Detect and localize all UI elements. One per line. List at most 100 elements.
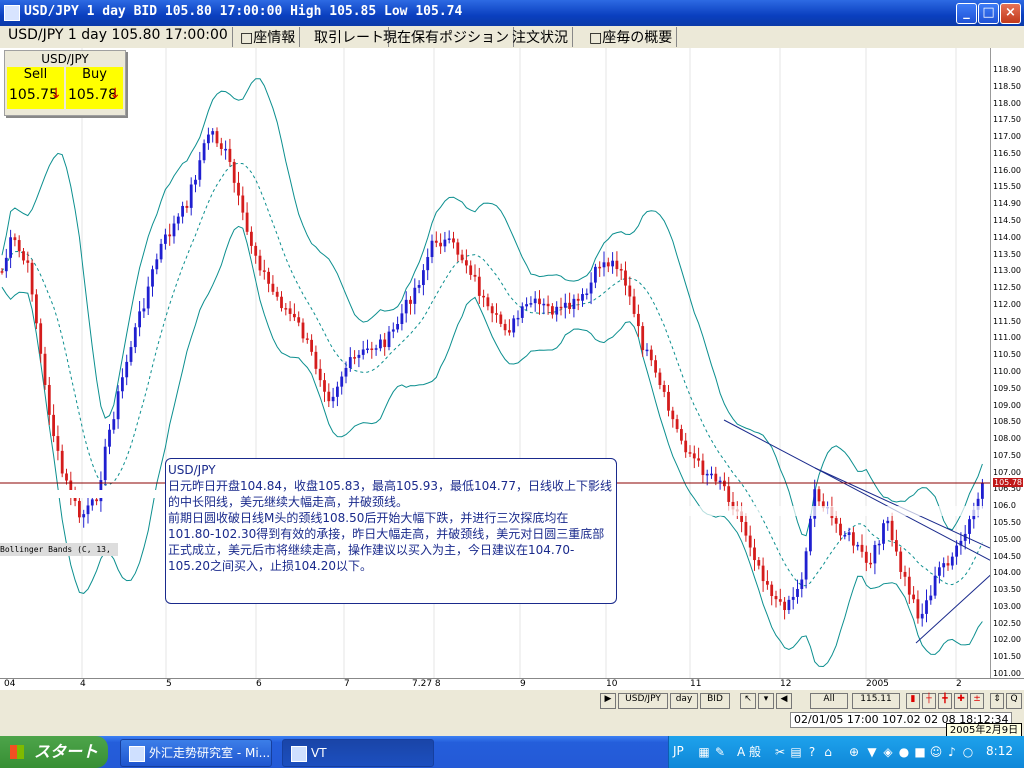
- volume-icon[interactable]: ♪: [945, 745, 959, 759]
- candle-body: [817, 489, 821, 502]
- price-tick-label: 110.50: [993, 350, 1021, 360]
- line-tool-icon[interactable]: ╋: [938, 693, 952, 709]
- price-type-button[interactable]: BID: [700, 693, 730, 709]
- candle-body: [490, 306, 494, 314]
- bar-tool-icon[interactable]: ┼: [922, 693, 936, 709]
- candle-body: [611, 260, 614, 267]
- cursor-tool-icon[interactable]: ↖: [740, 693, 756, 709]
- candle-body: [133, 327, 137, 348]
- buy-box[interactable]: Buy 105.78 ↓: [66, 67, 123, 109]
- monitor-icon[interactable]: ■: [913, 745, 927, 759]
- period-button[interactable]: day: [670, 693, 698, 709]
- candle-body: [761, 565, 765, 582]
- candle-body: [318, 368, 322, 381]
- zoom-out-icon[interactable]: ◀: [776, 693, 792, 709]
- candle-body: [748, 535, 752, 548]
- magnifier-icon[interactable]: Q: [1006, 693, 1022, 709]
- candle-body: [202, 143, 206, 161]
- candle-body: [482, 295, 485, 298]
- tab-rates[interactable]: 取引レート: [310, 27, 389, 47]
- ime-mode[interactable]: A 般: [729, 745, 769, 759]
- taskbar: スタート 外汇走势研究室 - Mi... VT JP ▦ ✎ A 般 ✂ ▤ ?…: [0, 736, 1024, 768]
- ime-pad-icon[interactable]: ✎: [713, 745, 727, 759]
- price-tick-label: 109.50: [993, 383, 1021, 393]
- scale-tool-icon[interactable]: ⇕: [990, 693, 1004, 709]
- tab-chart[interactable]: USD/JPY 1 day 105.80 17:00:00: [4, 27, 233, 47]
- antivirus-icon[interactable]: ●: [897, 745, 911, 759]
- price-tick-label: 107.50: [993, 450, 1021, 460]
- dropdown-arrow-icon[interactable]: ▾: [758, 693, 774, 709]
- candle-body: [744, 521, 748, 536]
- all-button[interactable]: All: [810, 693, 848, 709]
- candle-body: [82, 514, 86, 518]
- date-tick-label: 04: [4, 679, 16, 689]
- cross-tool-icon[interactable]: ✚: [954, 693, 968, 709]
- tab-positions[interactable]: 現在保有ポジション: [379, 27, 514, 47]
- close-button[interactable]: ×: [1000, 3, 1021, 24]
- candle-body: [938, 567, 941, 576]
- taskbar-item-browser[interactable]: 外汇走势研究室 - Mi...: [120, 739, 272, 767]
- candle-body: [112, 419, 116, 430]
- chart-gap: [0, 490, 165, 498]
- candle-body: [241, 195, 245, 213]
- marker-tool-icon[interactable]: ±: [970, 693, 984, 709]
- tab-account-summary[interactable]: □座毎の概要: [585, 27, 678, 47]
- candle-body: [4, 257, 8, 272]
- start-button[interactable]: スタート: [0, 736, 108, 768]
- zoom-value[interactable]: 115.11: [852, 693, 900, 709]
- price-tick-label: 113.50: [993, 249, 1021, 259]
- candle-body: [172, 223, 176, 237]
- help-icon[interactable]: ?: [805, 745, 819, 759]
- candle-body: [714, 473, 718, 482]
- taskbar-item-vt[interactable]: VT: [282, 739, 434, 767]
- candle-body: [778, 599, 782, 602]
- candle-body: [856, 544, 860, 547]
- tool-icon[interactable]: ✂: [773, 745, 787, 759]
- candle-body: [581, 294, 584, 301]
- scroll-right-button[interactable]: ▶: [600, 693, 616, 709]
- tab-account-info[interactable]: □座情報: [236, 27, 301, 47]
- dictionary-icon[interactable]: ▤: [789, 745, 803, 759]
- messenger-icon[interactable]: ☺: [929, 745, 943, 759]
- candle-body: [834, 518, 838, 524]
- ime-language[interactable]: JP: [673, 744, 684, 758]
- symbol-button[interactable]: USD/JPY: [618, 693, 668, 709]
- candle-body: [275, 291, 279, 297]
- minimize-button[interactable]: _: [956, 3, 977, 24]
- sell-box[interactable]: Sell 105.75 ↓: [7, 67, 64, 109]
- price-tick-label: 106.0: [993, 501, 1016, 511]
- candle-body: [108, 429, 111, 447]
- network-icon[interactable]: ⊕: [847, 745, 861, 759]
- candle-body: [783, 601, 786, 611]
- candle-body: [348, 357, 352, 368]
- candle-body: [224, 148, 227, 151]
- candle-body: [129, 347, 133, 362]
- taskbar-item-label: 外汇走势研究室 - Mi...: [149, 746, 271, 760]
- price-tick-label: 116.00: [993, 165, 1021, 175]
- candle-body: [9, 237, 12, 258]
- candle-body: [628, 285, 632, 297]
- search-icon[interactable]: ○: [961, 745, 975, 759]
- candle-body: [520, 306, 524, 318]
- candle-body: [35, 294, 38, 324]
- candle-body: [258, 255, 262, 271]
- candle-body: [572, 298, 576, 309]
- tab-orders[interactable]: 注文状況: [508, 27, 573, 47]
- candle-body: [262, 270, 266, 272]
- indicator-label[interactable]: Bollinger Bands (C, 13,: [0, 543, 118, 556]
- price-tick-label: 104.50: [993, 551, 1021, 561]
- candle-body: [430, 240, 434, 258]
- app-icon: [291, 746, 307, 762]
- shield-icon[interactable]: ▼: [865, 745, 879, 759]
- maximize-button[interactable]: □: [978, 3, 999, 24]
- security-icon[interactable]: ◈: [881, 745, 895, 759]
- candle-body: [26, 260, 30, 263]
- candle-body: [551, 306, 554, 315]
- caps-icon[interactable]: ⌂: [821, 745, 835, 759]
- candle-body: [305, 338, 309, 340]
- price-tick-label: 114.00: [993, 232, 1021, 242]
- candle-body: [413, 287, 417, 304]
- keyboard-icon[interactable]: ▦: [697, 745, 711, 759]
- candle-tool-icon[interactable]: ▮: [906, 693, 920, 709]
- candle-body: [920, 613, 924, 619]
